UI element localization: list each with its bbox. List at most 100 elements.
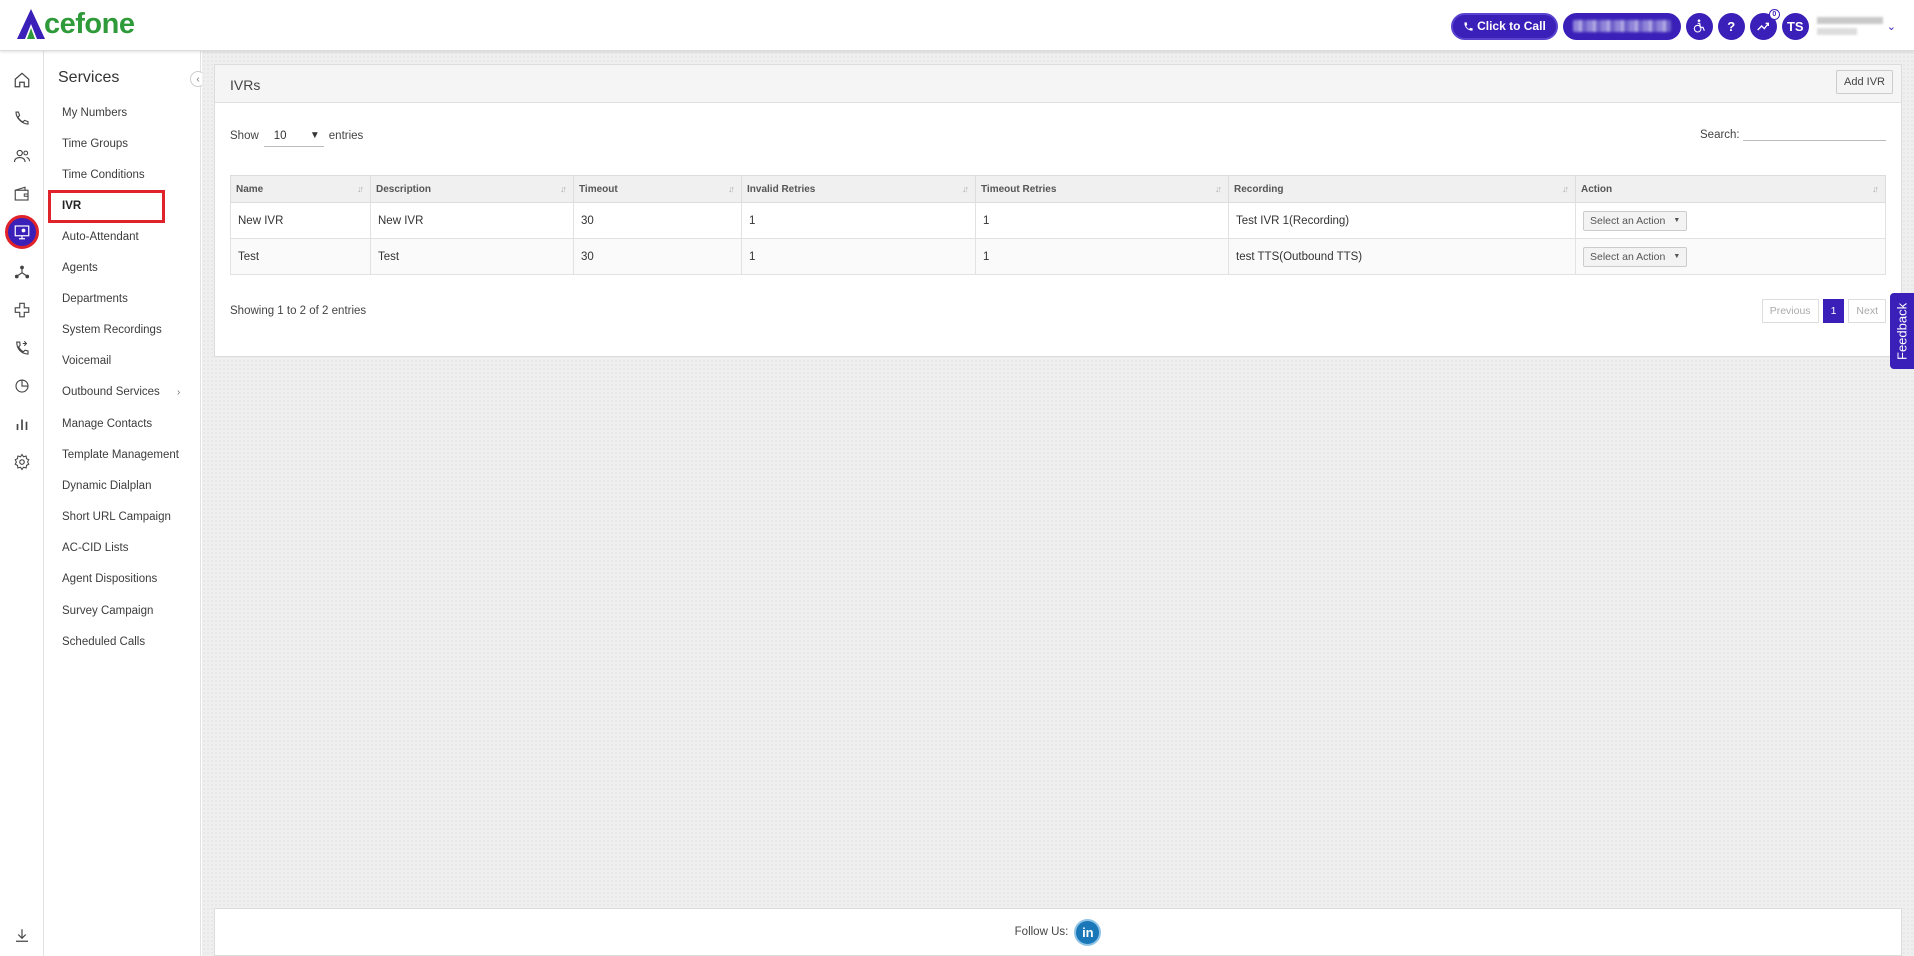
- caret-down-icon: ▼: [1673, 217, 1681, 224]
- linkedin-icon[interactable]: in: [1074, 918, 1102, 946]
- notifications-button[interactable]: 0: [1749, 8, 1780, 40]
- column-header-recording[interactable]: Recording ↓↑: [1228, 175, 1576, 203]
- table-header-row: Name ↓↑ Description ↓↑ Timeout ↓↑ Invalid R…: [230, 175, 1886, 203]
- logo-a-icon: [17, 9, 45, 39]
- download-icon[interactable]: [11, 925, 33, 947]
- entries-label: entries: [328, 130, 364, 142]
- bar-chart-icon[interactable]: [11, 413, 33, 435]
- caller-id-selector[interactable]: [1562, 12, 1681, 40]
- cell-invalid-retries: 1: [741, 202, 976, 239]
- integration-icon[interactable]: [11, 299, 33, 321]
- column-header-action[interactable]: Action ↓↑: [1575, 175, 1886, 203]
- select-action-dropdown[interactable]: Select an Action ▼: [1583, 210, 1688, 231]
- sidebar-item-outbound-services[interactable]: Outbound Services: [62, 386, 160, 398]
- next-page-button[interactable]: Next: [1848, 299, 1886, 323]
- services-sidebar: Services ‹ My Numbers Time Groups Time C…: [45, 51, 206, 956]
- cell-timeout: 30: [573, 202, 742, 239]
- home-icon[interactable]: [11, 69, 33, 91]
- entries-select[interactable]: 10 ▼: [263, 125, 324, 147]
- sort-icon: ↓↑: [1562, 184, 1569, 194]
- search-input[interactable]: [1743, 117, 1886, 141]
- network-icon[interactable]: [11, 261, 33, 283]
- add-ivr-button[interactable]: Add IVR: [1836, 70, 1893, 94]
- page-1-button[interactable]: 1: [1822, 299, 1845, 323]
- settings-icon[interactable]: [11, 451, 33, 473]
- sidebar-item-manage-contacts[interactable]: Manage Contacts: [62, 418, 152, 430]
- acefone-logo[interactable]: cefone: [16, 6, 135, 42]
- sidebar-item-short-url-campaign[interactable]: Short URL Campaign: [62, 511, 171, 523]
- wallet-icon[interactable]: [11, 183, 33, 205]
- sidebar-title: Services: [58, 69, 120, 86]
- sidebar-item-time-groups[interactable]: Time Groups: [62, 138, 128, 150]
- click-to-call-button[interactable]: Click to Call: [1451, 12, 1558, 40]
- notification-badge: 0: [1768, 8, 1780, 20]
- sidebar-item-time-conditions[interactable]: Time Conditions: [62, 169, 145, 181]
- feedback-tab[interactable]: Feedback: [1890, 293, 1914, 369]
- sidebar-item-scheduled-calls[interactable]: Scheduled Calls: [62, 636, 145, 648]
- top-bar: cefone Click to Call ? 0 TS ⌄: [0, 0, 1914, 51]
- footer: Follow Us: in: [214, 908, 1902, 956]
- entries-value: 10: [273, 129, 287, 142]
- panel-header: IVRs Add IVR: [215, 65, 1901, 103]
- icon-rail: [0, 51, 44, 956]
- phone-icon: [1464, 21, 1473, 31]
- sidebar-item-my-numbers[interactable]: My Numbers: [62, 107, 127, 119]
- table-row: New IVR New IVR 30 1 1 Test IVR 1(Record…: [230, 202, 1886, 239]
- help-button[interactable]: ?: [1717, 12, 1745, 40]
- ivr-table: Name ↓↑ Description ↓↑ Timeout ↓↑ Invalid R…: [230, 175, 1886, 275]
- phone-icon[interactable]: [11, 107, 33, 129]
- sidebar-item-dynamic-dialplan[interactable]: Dynamic Dialplan: [62, 480, 151, 492]
- caret-down-icon: ▼: [1673, 253, 1681, 260]
- call-transfer-icon: [1757, 22, 1770, 31]
- call-routing-icon[interactable]: [11, 337, 33, 359]
- cell-recording: test TTS(Outbound TTS): [1228, 238, 1576, 275]
- sidebar-item-ivr[interactable]: IVR: [62, 200, 81, 212]
- cell-recording: Test IVR 1(Recording): [1228, 202, 1576, 239]
- show-label: Show: [230, 130, 259, 142]
- sort-icon: ↓↑: [357, 184, 364, 194]
- sidebar-item-ac-cid-lists[interactable]: AC-CID Lists: [62, 542, 128, 554]
- column-header-timeout[interactable]: Timeout ↓↑: [573, 175, 742, 203]
- avatar[interactable]: TS: [1781, 12, 1809, 40]
- sort-icon: ↓↑: [728, 184, 735, 194]
- cell-name: New IVR: [230, 202, 371, 239]
- accessibility-button[interactable]: [1685, 12, 1713, 40]
- sidebar-item-voicemail[interactable]: Voicemail: [62, 355, 111, 367]
- avatar-initials: TS: [1786, 18, 1804, 34]
- pie-chart-icon[interactable]: [11, 375, 33, 397]
- services-icon[interactable]: [5, 215, 39, 249]
- page-title: IVRs: [230, 77, 261, 93]
- table-row: Test Test 30 1 1 test TTS(Outbound TTS) …: [230, 238, 1886, 275]
- sort-icon: ↓↑: [1215, 184, 1222, 194]
- accessibility-icon: [1694, 19, 1706, 33]
- ivr-panel: IVRs Add IVR Show 10 ▼ entries Search: N…: [214, 64, 1902, 357]
- chevron-down-icon: ▼: [309, 130, 320, 141]
- sidebar-item-auto-attendant[interactable]: Auto-Attendant: [62, 231, 139, 243]
- search-label: Search:: [1700, 129, 1740, 141]
- sidebar-item-system-recordings[interactable]: System Recordings: [62, 324, 162, 336]
- entries-length-control: Show 10 ▼ entries: [230, 125, 363, 147]
- select-action-dropdown[interactable]: Select an Action ▼: [1583, 246, 1688, 267]
- cell-name: Test: [230, 238, 371, 275]
- previous-page-button[interactable]: Previous: [1761, 299, 1819, 323]
- cell-timeout-retries: 1: [975, 238, 1229, 275]
- cell-action: Select an Action ▼: [1575, 238, 1886, 275]
- sidebar-item-agent-dispositions[interactable]: Agent Dispositions: [62, 573, 157, 585]
- redacted-number: [1572, 20, 1671, 32]
- chevron-right-icon: ›: [177, 387, 181, 398]
- select-action-label: Select an Action: [1590, 214, 1666, 227]
- sidebar-item-departments[interactable]: Departments: [62, 293, 128, 305]
- sidebar-item-template-management[interactable]: Template Management: [62, 449, 179, 461]
- sort-icon: ↓↑: [560, 184, 567, 194]
- cell-action: Select an Action ▼: [1575, 202, 1886, 239]
- users-icon[interactable]: [11, 145, 33, 167]
- column-header-invalid-retries[interactable]: Invalid Retries ↓↑: [741, 175, 976, 203]
- chevron-down-icon[interactable]: ⌄: [1887, 20, 1896, 33]
- column-header-timeout-retries[interactable]: Timeout Retries ↓↑: [975, 175, 1229, 203]
- column-header-name[interactable]: Name ↓↑: [230, 175, 371, 203]
- sidebar-item-agents[interactable]: Agents: [62, 262, 98, 274]
- column-header-description[interactable]: Description ↓↑: [370, 175, 574, 203]
- table-info: Showing 1 to 2 of 2 entries: [230, 305, 367, 317]
- sidebar-item-survey-campaign[interactable]: Survey Campaign: [62, 605, 153, 617]
- logo-text: cefone: [44, 7, 135, 40]
